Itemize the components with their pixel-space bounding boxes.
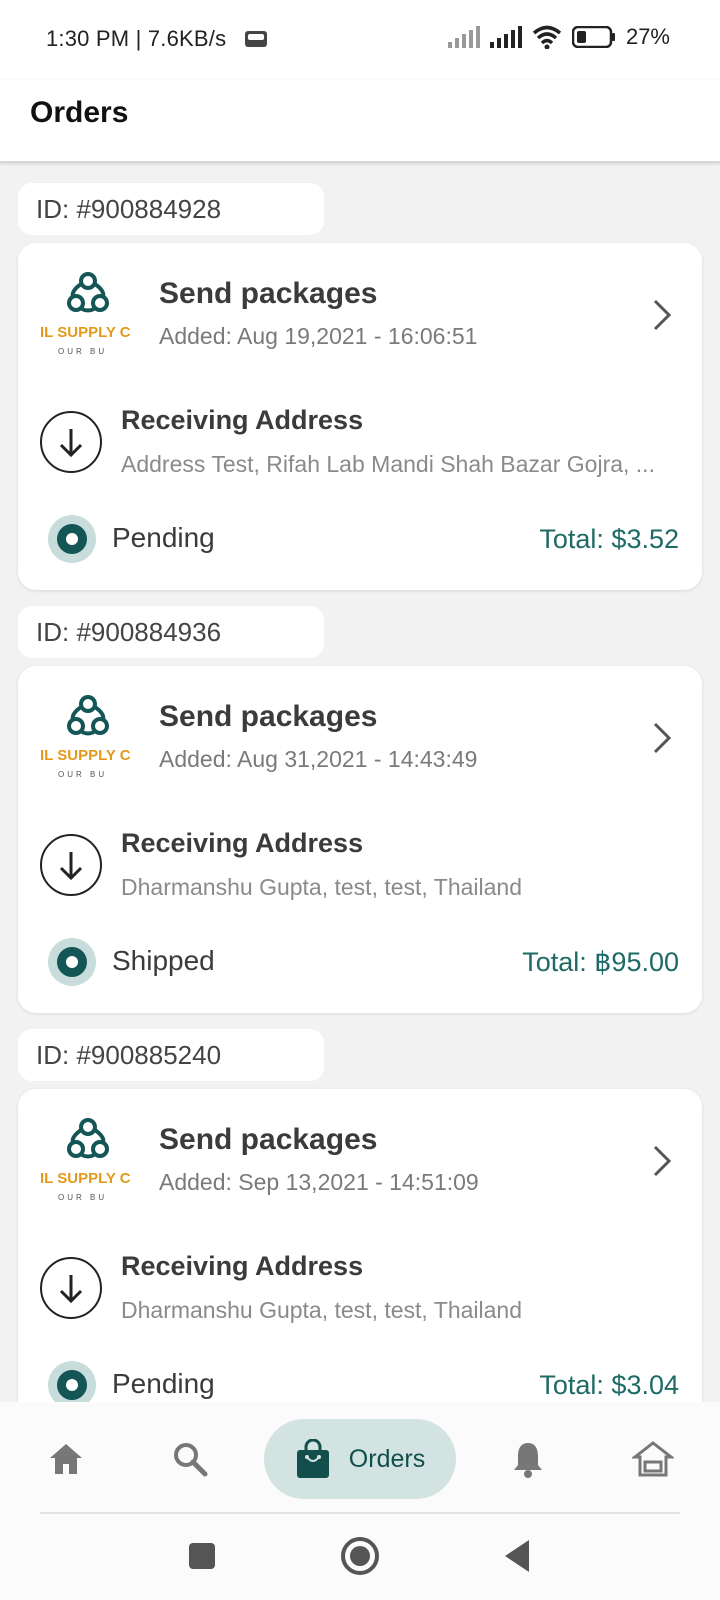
receiving-address: Dharmanshu Gupta, test, test, Thailand [121, 874, 523, 900]
receiving-address-label: Receiving Address [121, 828, 364, 858]
receiving-address-label: Receiving Address [121, 1251, 364, 1281]
order-date: Added: Aug 19,2021 - 16:06:51 [159, 323, 478, 349]
company-logo: IL SUPPLY C OUR BU [40, 690, 136, 786]
status-indicator-icon [48, 1361, 96, 1402]
system-nav-bar [0, 1516, 720, 1600]
company-logo: IL SUPPLY C OUR BU [40, 267, 136, 363]
nav-orders[interactable]: Orders [264, 1419, 456, 1499]
orders-bag-icon [296, 1439, 329, 1478]
order-date: Added: Sep 13,2021 - 14:51:09 [159, 1169, 479, 1195]
status-bar: 1:30 PM | 7.6KB/s 27% [0, 0, 720, 80]
back-icon[interactable] [502, 1538, 532, 1574]
order-type-title: Send packages [159, 700, 378, 733]
receiving-arrow-icon [40, 1257, 102, 1319]
company-logo: IL SUPPLY C OUR BU [40, 1113, 136, 1209]
store-icon [632, 1441, 674, 1477]
home-icon [50, 1444, 82, 1474]
status-indicator-icon [48, 515, 96, 563]
order-card[interactable]: IL SUPPLY C OUR BU Send packages Added: … [18, 666, 702, 1013]
order-id: ID: #900885240 [18, 1029, 324, 1081]
battery-icon [571, 26, 615, 48]
svg-text:IL SUPPLY C: IL SUPPLY C [40, 1170, 131, 1187]
signal-weak-icon [447, 26, 480, 48]
page-title: Orders [30, 96, 129, 129]
orders-list[interactable]: ID: #900884928 IL SUPPLY C OUR BU Send p… [0, 165, 720, 1402]
chevron-right-icon[interactable] [650, 1143, 674, 1179]
status-indicators: 27% [447, 24, 670, 50]
order-id: ID: #900884928 [18, 183, 324, 235]
notifications-icon [514, 1443, 542, 1478]
order-card[interactable]: IL SUPPLY C OUR BU Send packages Added: … [18, 1089, 702, 1402]
nav-orders-label: Orders [348, 1444, 426, 1473]
hd-icon [245, 31, 267, 47]
chevron-right-icon[interactable] [650, 297, 674, 333]
nav-home[interactable] [38, 1402, 94, 1516]
svg-text:OUR BU: OUR BU [58, 347, 107, 356]
search-icon [174, 1443, 208, 1477]
wifi-icon [532, 25, 562, 49]
receiving-address: Dharmanshu Gupta, test, test, Thailand [121, 1297, 523, 1323]
svg-text:IL SUPPLY C: IL SUPPLY C [40, 324, 131, 341]
recent-apps-icon[interactable] [188, 1542, 216, 1570]
svg-text:IL SUPPLY C: IL SUPPLY C [40, 747, 131, 764]
nav-store[interactable] [624, 1402, 682, 1516]
battery-percent: 27% [625, 24, 670, 49]
nav-search[interactable] [162, 1402, 218, 1516]
receiving-address: Address Test, Rifah Lab Mandi Shah Bazar… [121, 451, 655, 477]
bottom-nav: Orders [0, 1402, 720, 1516]
order-status: Shipped [112, 945, 215, 976]
order-type-title: Send packages [159, 1123, 378, 1156]
nav-notifications[interactable] [500, 1402, 556, 1516]
order-total: Total: $3.04 [539, 1370, 679, 1400]
signal-strong-icon [489, 26, 522, 48]
chevron-right-icon[interactable] [650, 720, 674, 756]
order-status: Pending [112, 522, 215, 553]
receiving-arrow-icon [40, 411, 102, 473]
status-time: 1:30 PM | 7.6KB/s [46, 26, 227, 51]
status-indicator-icon [48, 938, 96, 986]
order-id: ID: #900884936 [18, 606, 324, 658]
home-button-icon[interactable] [340, 1536, 380, 1576]
svg-text:OUR BU: OUR BU [58, 1193, 107, 1202]
svg-text:OUR BU: OUR BU [58, 770, 107, 779]
order-date: Added: Aug 31,2021 - 14:43:49 [159, 746, 478, 772]
order-status: Pending [112, 1368, 215, 1399]
receiving-arrow-icon [40, 834, 102, 896]
order-card[interactable]: IL SUPPLY C OUR BU Send packages Added: … [18, 243, 702, 590]
receiving-address-label: Receiving Address [121, 405, 364, 435]
app-bar: Orders [0, 80, 720, 163]
order-type-title: Send packages [159, 277, 378, 310]
nav-divider [40, 1512, 680, 1514]
order-total: Total: $3.52 [539, 524, 679, 554]
order-total: Total: ฿95.00 [522, 947, 679, 977]
